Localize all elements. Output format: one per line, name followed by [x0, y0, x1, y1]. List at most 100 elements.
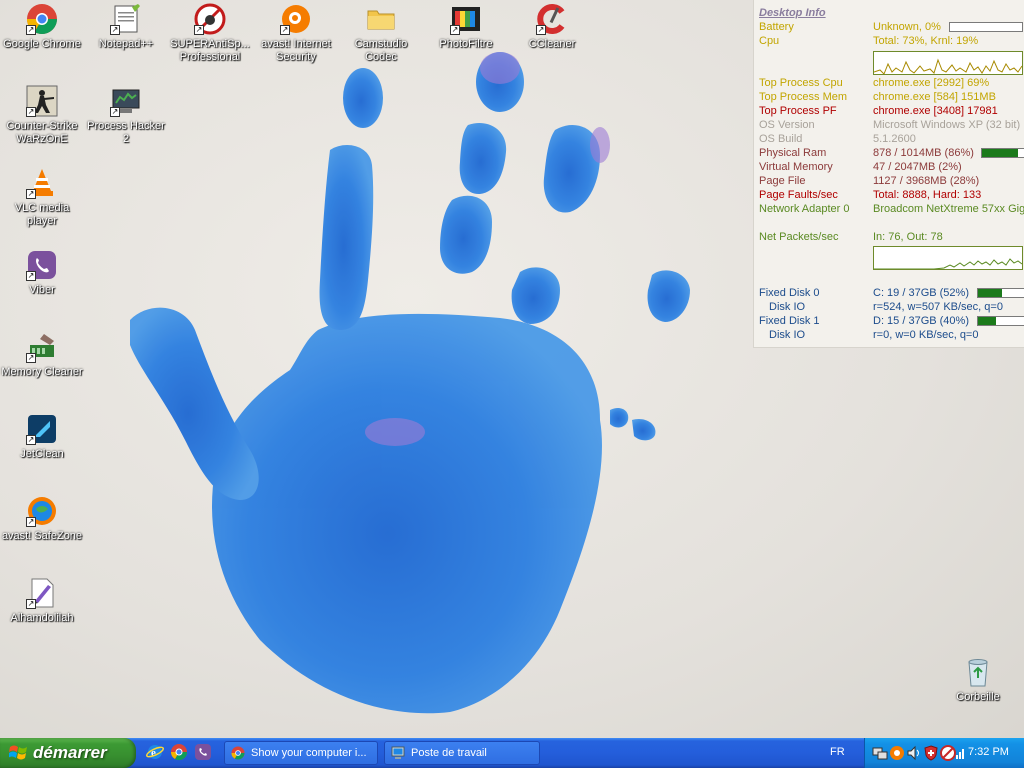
desktop-icon-label: SUPERAntiSp... Professional: [170, 38, 250, 63]
desktop-icon-avast-internet-security[interactable]: ↗ avast! Internet Security: [254, 3, 338, 64]
wifi-icon[interactable]: [955, 745, 967, 761]
info-value: Microsoft Windows XP (32 bit): [873, 119, 1021, 131]
desktop-icon-superantispyware[interactable]: ↗ SUPERAntiSp... Professional: [168, 3, 252, 64]
disk1-usage-fill: [978, 317, 997, 325]
info-row-os-build: OS Build 5.1.2600: [759, 132, 1024, 146]
desktop-icon-camstudio-codec[interactable]: Camstudio Codec: [339, 3, 423, 64]
avast-tray-icon[interactable]: [889, 745, 905, 761]
security-icon[interactable]: [940, 745, 956, 761]
desktop-icon-jetclean[interactable]: ↗ JetClean: [0, 413, 84, 461]
ie-icon[interactable]: e: [146, 743, 164, 761]
info-label: Battery: [759, 21, 794, 33]
desktop-icon-ccleaner[interactable]: ↗ CCleaner: [510, 3, 594, 51]
desktop-icon-vlc-media-player[interactable]: ↗ VLC media player: [0, 167, 84, 228]
info-row-network-adapter: Network Adapter 0 Broadcom NetXtreme 57x…: [759, 202, 1024, 216]
info-value: 1127 / 3968MB (28%): [873, 175, 980, 187]
disk0-usage-bar: [977, 288, 1024, 298]
desktop-icon-label: Corbeille: [956, 691, 1000, 703]
desktop-icon-counter-strike[interactable]: ↗ Counter-Strike WaRzOnE: [0, 85, 84, 146]
info-label: Fixed Disk 1: [759, 315, 820, 327]
info-label: OS Build: [759, 133, 803, 145]
desktop-icon-label: Notepad++: [98, 38, 154, 50]
desktop-info-panel: Desktop Info Battery Unknown, 0% Cpu Tot…: [753, 0, 1024, 348]
system-tray: 7:32 PM: [864, 738, 1024, 768]
start-button-label: démarrer: [33, 743, 107, 762]
chrome-icon[interactable]: [170, 743, 188, 761]
info-row-top-process-mem: Top Process Mem chrome.exe [584] 151MB: [759, 90, 1024, 104]
taskbar-button-label: Show your computer i...: [251, 747, 367, 759]
desktop-icon-process-hacker[interactable]: ↗ Process Hacker 2: [84, 85, 168, 146]
disk1-usage-bar: [977, 316, 1024, 326]
memory-cleaner-icon: ↗: [26, 331, 58, 363]
desktop-icon-alhamdolilah[interactable]: ↗ Alhamdolilah: [0, 577, 84, 625]
desktop-icon-photofiltre[interactable]: ↗ PhotoFiltre: [424, 3, 508, 51]
info-label: Cpu: [759, 35, 780, 47]
desktop-icon-label: avast! Internet Security: [261, 38, 331, 63]
shield-icon[interactable]: [923, 745, 939, 761]
desktop-icon-recycle-bin[interactable]: Corbeille: [936, 656, 1020, 704]
info-value: chrome.exe [584] 151MB: [873, 91, 996, 103]
info-row-disk-io-0: Disk IO r=524, w=507 KB/sec, q=0: [759, 300, 1024, 314]
desktop-icon-google-chrome[interactable]: ↗ Google Chrome: [0, 3, 84, 51]
info-row-disk-io-1: Disk IO r=0, w=0 KB/sec, q=0: [759, 328, 1024, 342]
desktop-icon-label: Counter-Strike WaRzOnE: [6, 120, 78, 145]
info-label: Top Process Mem: [759, 91, 848, 103]
chrome-icon: [231, 746, 245, 760]
info-value: 878 / 1014MB (86%): [873, 147, 974, 159]
cpu-usage-graph: [873, 51, 1023, 75]
ram-usage-bar: [981, 148, 1024, 158]
desktop-icon-notepad-plus-plus[interactable]: ↗ Notepad++: [84, 3, 168, 51]
viber-icon[interactable]: [194, 743, 212, 761]
notepad-plus-plus-icon: ↗: [110, 3, 142, 35]
viber-icon: ↗: [26, 249, 58, 281]
info-label: Top Process Cpu: [759, 77, 843, 89]
desktop-icon-viber[interactable]: ↗ Viber: [0, 249, 84, 297]
battery-level-bar: [949, 22, 1023, 32]
info-value: 5.1.2600: [873, 133, 916, 145]
photofiltre-icon: ↗: [450, 3, 482, 35]
taskbar: démarrer e Show your computer i... Poste…: [0, 738, 1024, 768]
info-row-net-packets: Net Packets/sec In: 76, Out: 78: [759, 230, 1024, 244]
vlc-icon: ↗: [26, 167, 58, 199]
desktop-icon-label: Viber: [29, 284, 55, 296]
avast-icon: ↗: [280, 3, 312, 35]
info-value: chrome.exe [2992] 69%: [873, 77, 990, 89]
info-row-cpu: Cpu Total: 73%, Krnl: 19%: [759, 34, 1024, 48]
info-value: C: 19 / 37GB (52%): [873, 287, 969, 299]
jetclean-icon: ↗: [26, 413, 58, 445]
taskbar-button-chrome[interactable]: Show your computer i...: [224, 741, 378, 765]
network-icon[interactable]: [872, 745, 888, 761]
info-value: Total: 73%, Krnl: 19%: [873, 35, 979, 47]
info-row-page-file: Page File 1127 / 3968MB (28%): [759, 174, 1024, 188]
disk0-usage-fill: [978, 289, 1002, 297]
start-button[interactable]: démarrer: [0, 738, 136, 768]
taskbar-button-label: Poste de travail: [411, 747, 487, 759]
info-label: Network Adapter 0: [759, 203, 850, 215]
info-label: Disk IO: [769, 301, 806, 313]
info-label: Fixed Disk 0: [759, 287, 820, 299]
desktop-icon-label: PhotoFiltre: [439, 38, 493, 50]
desktop-icon-label: avast! SafeZone: [1, 530, 83, 542]
process-hacker-icon: ↗: [110, 85, 142, 117]
desktop-icon-label: Camstudio Codec: [354, 38, 408, 63]
info-value: In: 76, Out: 78: [873, 231, 943, 243]
counter-strike-icon: ↗: [26, 85, 58, 117]
desktop-icon-label: Memory Cleaner: [1, 366, 83, 378]
ccleaner-icon: ↗: [536, 3, 568, 35]
desktop-icon-label: JetClean: [20, 448, 64, 460]
info-label: Virtual Memory: [759, 161, 833, 173]
language-indicator[interactable]: FR: [830, 746, 845, 758]
taskbar-clock[interactable]: 7:32 PM: [968, 746, 1009, 758]
info-row-page-faults: Page Faults/sec Total: 8888, Hard: 133: [759, 188, 1024, 202]
desktop-icon-label: VLC media player: [14, 202, 70, 227]
desktop-icon-memory-cleaner[interactable]: ↗ Memory Cleaner: [0, 331, 84, 379]
info-label: Net Packets/sec: [759, 231, 839, 243]
desktop-icon-label: Google Chrome: [3, 38, 81, 50]
info-value: Broadcom NetXtreme 57xx Gigabit: [873, 203, 1024, 215]
desktop-icon-avast-safezone[interactable]: ↗ avast! SafeZone: [0, 495, 84, 543]
info-row-fixed-disk-0: Fixed Disk 0 C: 19 / 37GB (52%): [759, 286, 1024, 300]
taskbar-button-poste-de-travail[interactable]: Poste de travail: [384, 741, 540, 765]
info-label: Physical Ram: [759, 147, 827, 159]
network-traffic-graph: [873, 246, 1023, 270]
speaker-icon[interactable]: [906, 745, 922, 761]
